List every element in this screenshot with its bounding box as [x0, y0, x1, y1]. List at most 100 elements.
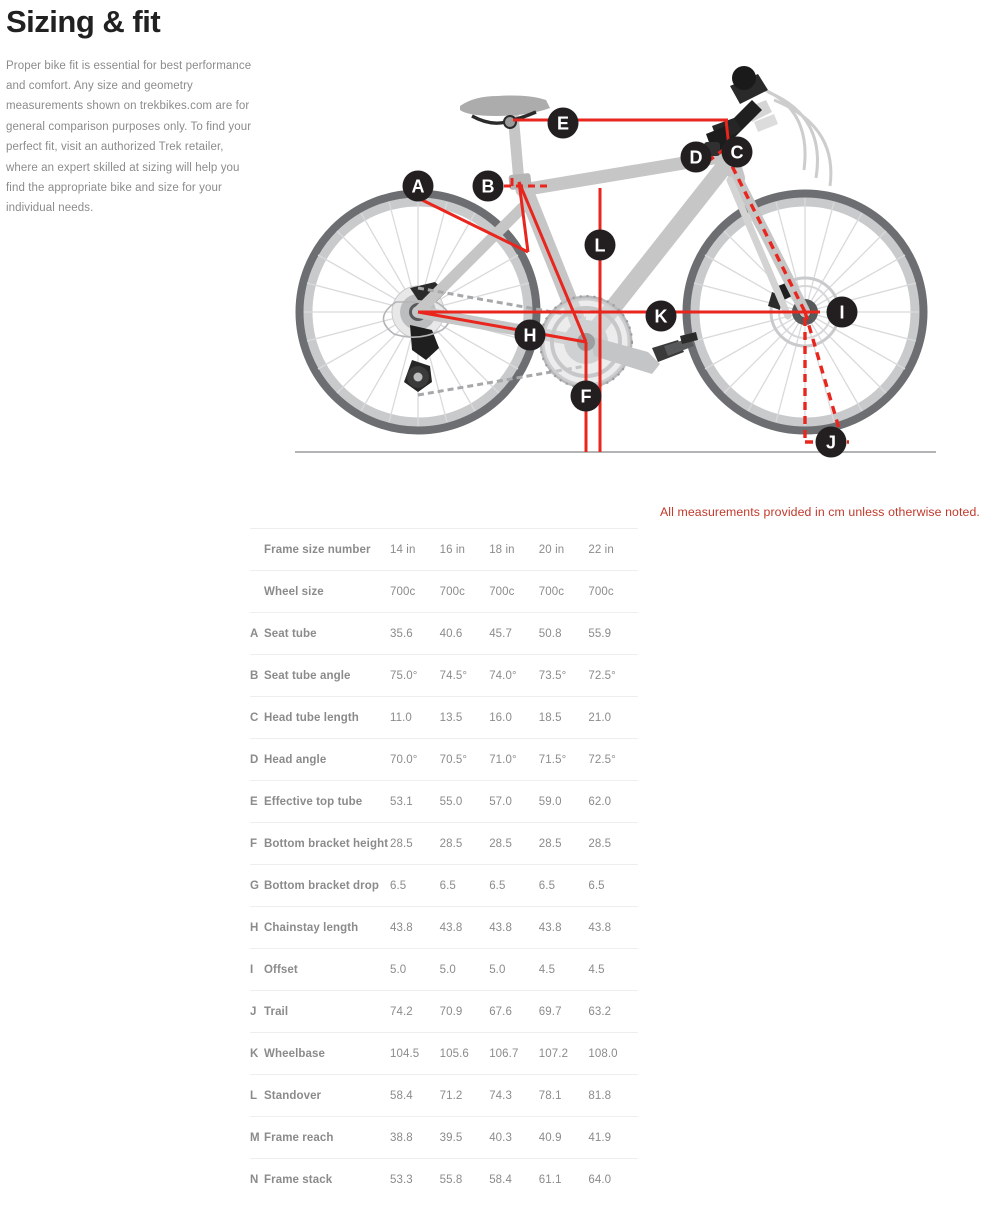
table-cell: 63.2	[588, 990, 638, 1033]
table-cell: 70.0°	[390, 738, 440, 781]
table-cell: 38.8	[390, 1116, 440, 1159]
row-label: Bottom bracket height	[264, 822, 390, 865]
row-letter: C	[250, 696, 264, 739]
table-row: Wheel size 700c 700c 700c 700c 700c	[250, 570, 638, 613]
row-label: Seat tube	[264, 612, 390, 655]
row-label: Frame reach	[264, 1116, 390, 1159]
table-cell: 14 in	[390, 528, 440, 571]
table-row: A Seat tube 35.6 40.6 45.7 50.8 55.9	[250, 612, 638, 655]
row-letter: J	[250, 990, 264, 1033]
table-cell: 55.9	[588, 612, 638, 655]
row-letter: B	[250, 654, 264, 697]
table-row: B Seat tube angle 75.0° 74.5° 74.0° 73.5° 72.5…	[250, 654, 638, 697]
row-letter: I	[250, 948, 264, 991]
saddle	[460, 95, 550, 129]
table-row: Frame size number 14 in 16 in 18 in 20 in 22 …	[250, 528, 638, 571]
table-cell: 700c	[489, 570, 539, 613]
row-letter: D	[250, 738, 264, 781]
table-cell: 70.9	[439, 990, 490, 1033]
table-cell: 6.5	[588, 864, 638, 907]
table-cell: 71.5°	[538, 738, 589, 781]
table-cell: 22 in	[588, 528, 638, 571]
table-cell: 20 in	[538, 528, 589, 571]
row-label: Frame stack	[264, 1158, 390, 1201]
row-label: Bottom bracket drop	[264, 864, 390, 907]
table-cell: 43.8	[439, 906, 490, 949]
table-cell: 700c	[538, 570, 589, 613]
table-cell: 5.0	[489, 948, 539, 991]
table-cell: 6.5	[489, 864, 539, 907]
table-cell: 69.7	[538, 990, 589, 1033]
row-letter: N	[250, 1158, 264, 1201]
table-row: L Standover 58.4 71.2 74.3 78.1 81.8	[250, 1074, 638, 1117]
table-cell: 4.5	[588, 948, 638, 991]
row-letter: G	[250, 864, 264, 907]
row-letter	[250, 570, 264, 613]
table-cell: 70.5°	[439, 738, 490, 781]
table-cell: 6.5	[390, 864, 440, 907]
table-row: E Effective top tube 53.1 55.0 57.0 59.0 62.0	[250, 780, 638, 823]
table-cell: 57.0	[489, 780, 539, 823]
table-cell: 104.5	[390, 1032, 440, 1075]
row-label: Chainstay length	[264, 906, 390, 949]
table-cell: 43.8	[489, 906, 539, 949]
marker-label: B	[482, 177, 495, 197]
table-cell: 106.7	[489, 1032, 539, 1075]
table-cell: 28.5	[489, 822, 539, 865]
table-cell: 45.7	[489, 612, 539, 655]
table-cell: 71.2	[439, 1074, 490, 1117]
table-cell: 16.0	[489, 696, 539, 739]
table-cell: 78.1	[538, 1074, 589, 1117]
intro-paragraph: Proper bike fit is essential for best pe…	[6, 59, 252, 215]
row-label: Head angle	[264, 738, 390, 781]
diagram-marker-l: L	[584, 229, 616, 261]
table-cell: 13.5	[439, 696, 490, 739]
table-cell: 700c	[588, 570, 638, 613]
table-cell: 75.0°	[390, 654, 440, 697]
marker-label: L	[595, 236, 606, 256]
table-cell: 50.8	[538, 612, 589, 655]
row-label: Head tube length	[264, 696, 390, 739]
table-row: H Chainstay length 43.8 43.8 43.8 43.8 43.8	[250, 906, 638, 949]
row-label: Frame size number	[264, 528, 390, 571]
diagram-marker-j: J	[815, 426, 847, 458]
table-cell: 43.8	[538, 906, 589, 949]
row-label: Effective top tube	[264, 780, 390, 823]
row-label: Trail	[264, 990, 390, 1033]
diagram-marker-k: K	[645, 300, 677, 332]
table-row: K Wheelbase 104.5 105.6 106.7 107.2 108.0	[250, 1032, 638, 1075]
table-cell: 18 in	[489, 528, 539, 571]
table-cell: 62.0	[588, 780, 638, 823]
marker-label: K	[655, 307, 668, 327]
marker-label: A	[412, 177, 425, 197]
table-cell: 55.8	[439, 1158, 490, 1201]
table-cell: 40.6	[439, 612, 490, 655]
table-cell: 74.3	[489, 1074, 539, 1117]
row-letter: M	[250, 1116, 264, 1159]
table-cell: 74.2	[390, 990, 440, 1033]
row-letter: H	[250, 906, 264, 949]
row-letter: E	[250, 780, 264, 823]
table-cell: 74.0°	[489, 654, 539, 697]
table-row: D Head angle 70.0° 70.5° 71.0° 71.5° 72.5°	[250, 738, 638, 781]
row-letter: A	[250, 612, 264, 655]
table-cell: 39.5	[439, 1116, 490, 1159]
table-cell: 11.0	[390, 696, 440, 739]
diagram-marker-c: C	[721, 136, 753, 168]
table-row: I Offset 5.0 5.0 5.0 4.5 4.5	[250, 948, 638, 991]
table-row: M Frame reach 38.8 39.5 40.3 40.9 41.9	[250, 1116, 638, 1159]
table-cell: 40.3	[489, 1116, 539, 1159]
table-cell: 28.5	[439, 822, 490, 865]
row-label: Offset	[264, 948, 390, 991]
table-cell: 53.1	[390, 780, 440, 823]
table-cell: 18.5	[538, 696, 589, 739]
geometry-table: Frame size number 14 in 16 in 18 in 20 in 22 …	[250, 528, 638, 1201]
table-cell: 81.8	[588, 1074, 638, 1117]
diagram-marker-h: H	[514, 319, 546, 351]
table-cell: 35.6	[390, 612, 440, 655]
row-label: Wheel size	[264, 570, 390, 613]
table-cell: 105.6	[439, 1032, 490, 1075]
table-cell: 700c	[439, 570, 490, 613]
table-cell: 5.0	[390, 948, 440, 991]
bike-geometry-diagram: A B C D E F H I J K L	[260, 30, 960, 480]
